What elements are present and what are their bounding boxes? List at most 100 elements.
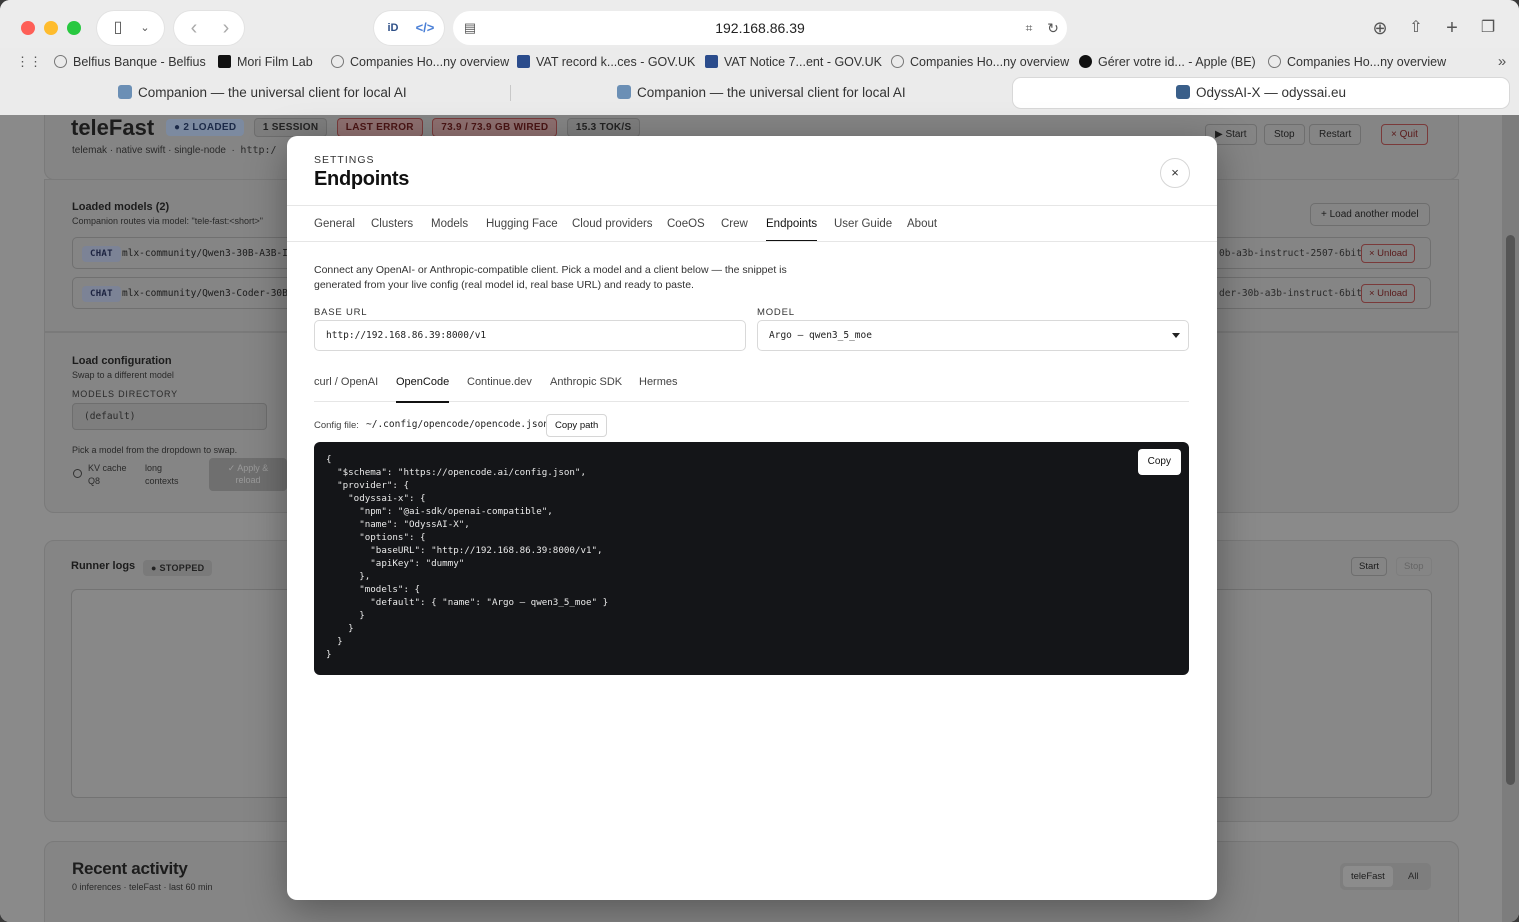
restart-button[interactable]: Restart <box>1309 124 1362 145</box>
client-tab-hermes[interactable]: Hermes <box>639 365 678 402</box>
recent-activity-title: Recent activity <box>72 859 188 878</box>
tab-overview-icon[interactable]: ❐ <box>1476 11 1500 45</box>
code-extension-icon[interactable]: </> <box>414 11 436 45</box>
kv-cache-label: KV cache Q8 <box>88 463 127 486</box>
tab-general[interactable]: General <box>314 206 355 242</box>
browser-toolbar: ▯ ⌄ ‹ › iD </> ▤ 192.168.86.39 ⌗ ↻ ⊕ ⇧ +… <box>0 0 1519 48</box>
base-url-field[interactable]: http://192.168.86.39:8000/v1 <box>314 320 746 351</box>
close-window-button[interactable] <box>21 21 35 35</box>
unload-button[interactable]: × Unload <box>1361 244 1416 263</box>
scrollbar-thumb[interactable] <box>1506 235 1515 785</box>
tab-crew[interactable]: Crew <box>721 206 748 242</box>
kv-cache-radio[interactable] <box>73 469 82 478</box>
translate-icon[interactable]: ⌗ <box>1019 11 1039 45</box>
bookmark-item[interactable]: Companies Ho...ny overview <box>331 50 509 74</box>
pick-hint: Pick a model from the dropdown to swap. <box>72 445 238 455</box>
url-text: 192.168.86.39 <box>715 20 805 36</box>
model-id: mlx-community/Qwen3-Coder-30B-A <box>122 288 300 299</box>
chevron-down-icon[interactable]: ⌄ <box>137 11 153 45</box>
model-select-value: Argo — qwen3_5_moe <box>769 330 872 341</box>
bookmark-label: Belfius Banque - Belfius <box>73 55 206 69</box>
logs-start-button[interactable]: Start <box>1351 557 1388 576</box>
extensions-group: iD </> <box>374 11 444 45</box>
browser-window: ▯ ⌄ ‹ › iD </> ▤ 192.168.86.39 ⌗ ↻ ⊕ ⇧ +… <box>0 0 1519 922</box>
bookmark-item[interactable]: Companies Ho...ny overview <box>891 50 1069 74</box>
tab-cloud-providers[interactable]: Cloud providers <box>572 206 653 242</box>
client-tab-anthropic-sdk[interactable]: Anthropic SDK <box>550 365 622 402</box>
sidebar-icon[interactable]: ▯ <box>107 11 129 45</box>
minimize-window-button[interactable] <box>44 21 58 35</box>
bookmark-item[interactable]: VAT Notice 7...ent - GOV.UK <box>705 50 882 74</box>
loaded-models-subtitle: Companion routes via model: "tele-fast:<… <box>72 216 263 226</box>
back-icon[interactable]: ‹ <box>182 11 206 45</box>
copy-button[interactable]: Copy <box>1137 449 1181 475</box>
forward-icon[interactable]: › <box>214 11 238 45</box>
globe-icon <box>1268 55 1281 68</box>
filter-all[interactable]: All <box>1402 866 1425 887</box>
endpoints-description: Connect any OpenAI- or Anthropic-compati… <box>314 264 787 291</box>
model-select[interactable]: Argo — qwen3_5_moe <box>757 320 1189 351</box>
cluster-url: http:/ <box>240 145 277 156</box>
bookmark-item[interactable]: VAT record k...ces - GOV.UK <box>517 50 695 74</box>
companion-favicon-icon <box>617 85 631 99</box>
bookmark-item[interactable]: Gérer votre id... - Apple (BE) <box>1079 50 1256 74</box>
tab-separator <box>510 85 511 101</box>
loaded-badge: ● 2 LOADED <box>166 119 245 136</box>
share-icon[interactable]: ⇧ <box>1404 11 1428 45</box>
recent-activity-subtitle: 0 inferences · teleFast · last 60 min <box>72 882 213 892</box>
bookmark-label: VAT record k...ces - GOV.UK <box>536 55 696 69</box>
config-snippet-code[interactable]: { "$schema": "https://opencode.ai/config… <box>326 453 608 661</box>
copy-path-button[interactable]: Copy path <box>546 414 608 437</box>
globe-icon <box>54 55 67 68</box>
tab-bar: Companion — the universal client for loc… <box>10 78 1509 108</box>
client-tab-continue[interactable]: Continue.dev <box>467 365 532 402</box>
tab-about[interactable]: About <box>907 206 937 242</box>
bookmark-item[interactable]: Companies Ho...ny overview <box>1268 50 1446 74</box>
more-bookmarks-icon[interactable]: » <box>1493 45 1511 79</box>
modal-title: Endpoints <box>314 168 410 190</box>
tab-user-guide[interactable]: User Guide <box>834 206 892 242</box>
tab-clusters[interactable]: Clusters <box>371 206 413 242</box>
unload-button[interactable]: × Unload <box>1361 284 1416 303</box>
client-tab-curl[interactable]: curl / OpenAI <box>314 365 378 402</box>
page-scrollbar[interactable] <box>1502 115 1519 922</box>
stop-button[interactable]: Stop <box>1264 124 1305 145</box>
logs-stop-button[interactable]: Stop <box>1396 557 1432 576</box>
cluster-subtitle: telemak · native swift · single-node · h… <box>72 145 277 156</box>
quit-button[interactable]: × Quit <box>1381 124 1428 145</box>
model-label: MODEL <box>757 307 795 318</box>
apply-reload-button[interactable]: ✓ Apply & reload <box>209 458 287 491</box>
id-extension-icon[interactable]: iD <box>382 11 404 45</box>
modal-eyebrow: SETTINGS <box>314 154 375 166</box>
zoom-window-button[interactable] <box>67 21 81 35</box>
reload-icon[interactable]: ↻ <box>1043 11 1063 45</box>
bookmark-item[interactable]: Belfius Banque - Belfius <box>54 50 206 74</box>
tab-hugging-face[interactable]: Hugging Face <box>486 206 558 242</box>
runner-logs-title: Runner logs <box>71 560 136 572</box>
models-dir-input[interactable]: (default) <box>72 403 267 430</box>
new-tab-icon[interactable]: + <box>1440 11 1464 45</box>
close-icon[interactable]: × <box>1160 158 1190 188</box>
speed-badge: 15.3 TOK/S <box>566 118 641 137</box>
config-file-path: ~/.config/opencode/opencode.json <box>366 419 550 430</box>
tab-endpoints[interactable]: Endpoints <box>766 206 818 242</box>
browser-tab[interactable]: Companion — the universal client for loc… <box>118 78 407 108</box>
bookmarks-bar: ⋮⋮ Belfius Banque - Belfius Mori Film La… <box>0 50 1519 74</box>
browser-tab-active[interactable]: OdyssAI-X — odyssai.eu <box>1013 78 1509 108</box>
bookmark-item[interactable]: Mori Film Lab <box>218 50 313 74</box>
model-id-tail: der-30b-a3b-instruct-6bit <box>1219 288 1362 299</box>
models-dir-label: MODELS DIRECTORY <box>72 389 178 399</box>
grid-icon[interactable]: ⋮⋮ <box>16 45 42 79</box>
download-icon[interactable]: ⊕ <box>1368 11 1392 45</box>
tab-models[interactable]: Models <box>431 206 468 242</box>
bookmark-label: Companies Ho...ny overview <box>910 55 1070 69</box>
filter-telefast[interactable]: teleFast <box>1343 866 1393 887</box>
browser-tab[interactable]: Companion — the universal client for loc… <box>617 78 906 108</box>
mori-logo-icon <box>218 55 231 68</box>
address-bar[interactable]: ▤ 192.168.86.39 ⌗ ↻ <box>453 11 1067 45</box>
crown-icon <box>705 55 718 68</box>
globe-icon <box>891 55 904 68</box>
client-tab-opencode[interactable]: OpenCode <box>396 365 450 403</box>
tab-coeos[interactable]: CoeOS <box>667 206 705 242</box>
load-another-model-button[interactable]: + Load another model <box>1310 203 1430 226</box>
